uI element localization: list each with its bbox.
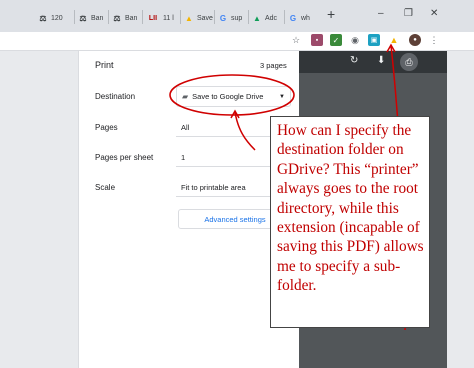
annotation-callout: How can I specify the destination folder… [270, 116, 430, 328]
highlight-ellipse [169, 74, 295, 116]
